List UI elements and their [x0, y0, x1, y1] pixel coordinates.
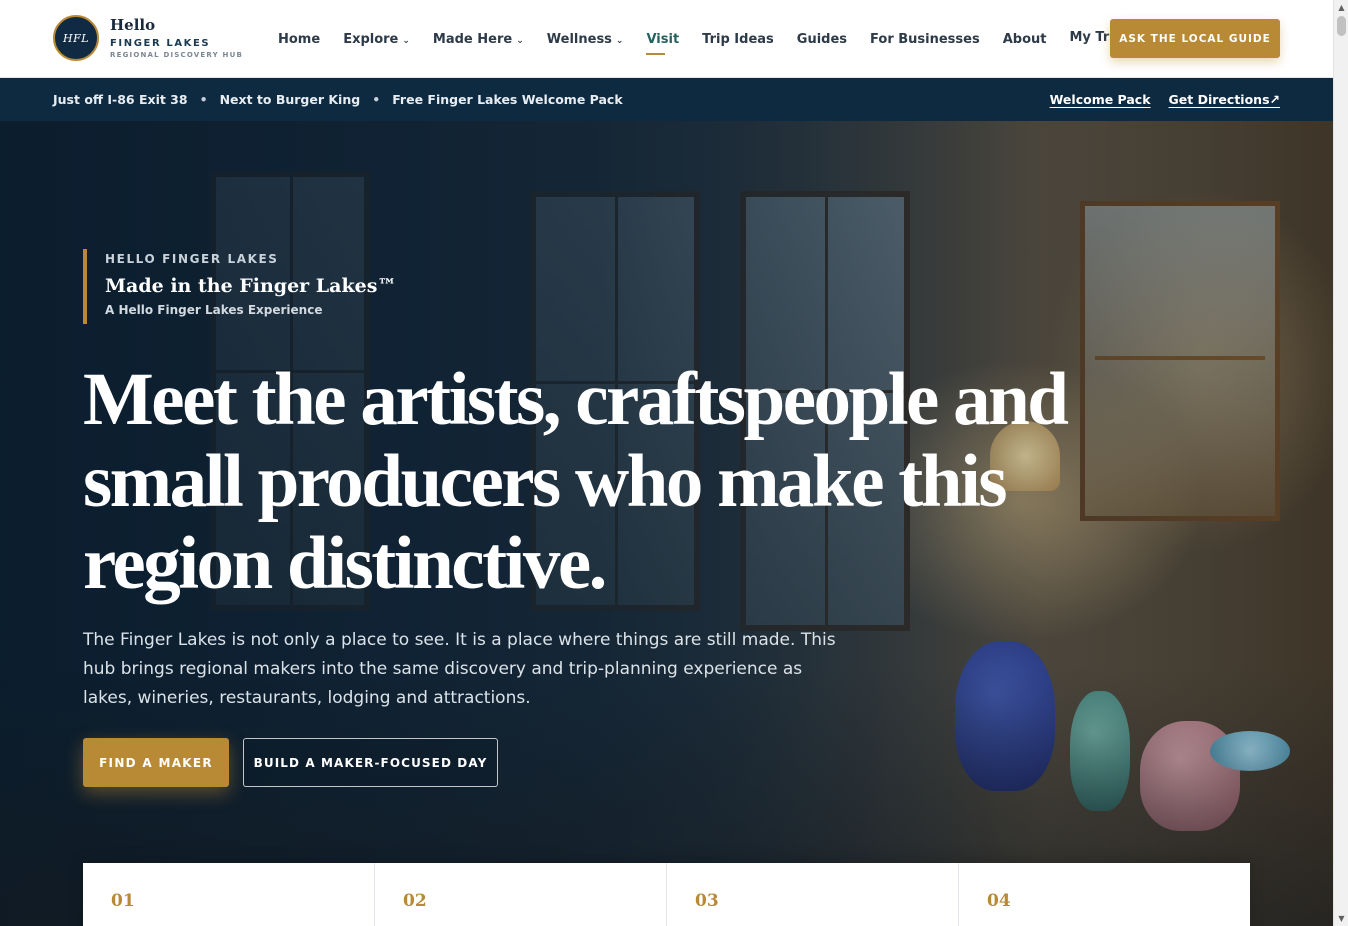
scroll-up-arrow-icon[interactable]: ▲: [1334, 0, 1348, 15]
info-landmark: Next to Burger King: [219, 92, 361, 107]
nav-home[interactable]: Home: [278, 32, 320, 47]
nav-for-businesses[interactable]: For Businesses: [870, 32, 980, 47]
step-cards: 01 02 03 04: [83, 863, 1250, 926]
build-maker-day-button[interactable]: BUILD A MAKER-FOCUSED DAY: [243, 738, 498, 787]
nav-guides[interactable]: Guides: [797, 32, 847, 47]
step-number: 03: [695, 891, 719, 911]
nav-about[interactable]: About: [1003, 32, 1047, 47]
find-a-maker-button[interactable]: FIND A MAKER: [83, 738, 229, 787]
chevron-down-icon: ⌄: [516, 35, 524, 46]
nav-for-businesses-label: For Businesses: [870, 31, 980, 47]
hero-description: The Finger Lakes is not only a place to …: [83, 630, 836, 708]
hero-eyebrow: HELLO FINGER LAKES: [105, 252, 279, 266]
nav-explore-label: Explore: [343, 31, 399, 47]
chevron-down-icon: ⌄: [615, 35, 624, 46]
chevron-down-icon: ⌄: [402, 35, 410, 46]
info-separator: •: [199, 92, 208, 107]
nav-made-here[interactable]: Made Here ⌄: [433, 32, 524, 47]
scrollbar-thumb[interactable]: [1337, 16, 1346, 36]
hero-section: HELLO FINGER LAKES Made in the Finger La…: [0, 121, 1333, 926]
logo-wordmark: Hello FINGER LAKES REGIONAL DISCOVERY HU…: [110, 15, 243, 59]
step-card[interactable]: 02: [375, 863, 667, 926]
nav-visit[interactable]: Visit: [646, 31, 680, 55]
ask-local-guide-button[interactable]: ASK THE LOCAL GUIDE: [1110, 19, 1280, 58]
info-exit: Just off I-86 Exit 38: [53, 92, 188, 107]
nav-trip-ideas-label: Trip Ideas: [702, 31, 774, 47]
info-bar-links: Welcome Pack Get Directions↗: [1032, 92, 1280, 107]
welcome-pack-link[interactable]: Welcome Pack: [1050, 92, 1151, 107]
nav-visit-label: Visit: [646, 31, 680, 47]
step-number: 01: [111, 891, 135, 911]
nav-explore[interactable]: Explore ⌄: [343, 32, 410, 47]
step-card[interactable]: 01: [83, 863, 375, 926]
nav-home-label: Home: [278, 31, 321, 47]
logo-hello: Hello: [110, 15, 156, 34]
hero-headline: Meet the artists, craftspeople and small…: [83, 358, 1069, 605]
nav-guides-label: Guides: [796, 31, 848, 47]
info-bar-details: Just off I-86 Exit 38 • Next to Burger K…: [53, 92, 623, 107]
program-title: Made in the Finger Lakes™: [105, 275, 397, 297]
step-number: 02: [403, 891, 427, 911]
page: HFL Hello FINGER LAKES REGIONAL DISCOVER…: [0, 0, 1333, 926]
nav-wellness-label: Wellness: [546, 31, 612, 47]
logo-tagline: REGIONAL DISCOVERY HUB: [110, 50, 243, 59]
step-card[interactable]: 03: [667, 863, 959, 926]
logo-finger-lakes: FINGER LAKES: [110, 37, 211, 49]
main-nav: Home Explore ⌄ Made Here ⌄ Wellness ⌄ Visit…: [278, 0, 1174, 78]
nav-about-label: About: [1002, 31, 1047, 47]
site-logo[interactable]: HFL Hello FINGER LAKES REGIONAL DISCOVER…: [53, 15, 243, 61]
step-card[interactable]: 04: [959, 863, 1250, 926]
program-subtitle: A Hello Finger Lakes Experience: [105, 303, 323, 317]
logo-badge-icon: HFL: [53, 15, 99, 61]
site-header: HFL Hello FINGER LAKES REGIONAL DISCOVER…: [0, 0, 1333, 78]
nav-wellness[interactable]: Wellness ⌄: [547, 32, 624, 47]
scroll-down-arrow-icon[interactable]: ▼: [1334, 911, 1348, 926]
nav-made-here-label: Made Here: [432, 31, 513, 47]
info-separator: •: [372, 92, 381, 107]
program-tag: HELLO FINGER LAKES Made in the Finger La…: [83, 249, 396, 324]
step-number: 04: [987, 891, 1011, 911]
page-scrollbar[interactable]: ▲ ▼: [1333, 0, 1348, 926]
info-welcome-pack-offer: Free Finger Lakes Welcome Pack: [392, 92, 623, 107]
info-bar: Just off I-86 Exit 38 • Next to Burger K…: [0, 78, 1333, 121]
nav-trip-ideas[interactable]: Trip Ideas: [702, 32, 774, 47]
get-directions-link[interactable]: Get Directions↗: [1169, 92, 1280, 107]
